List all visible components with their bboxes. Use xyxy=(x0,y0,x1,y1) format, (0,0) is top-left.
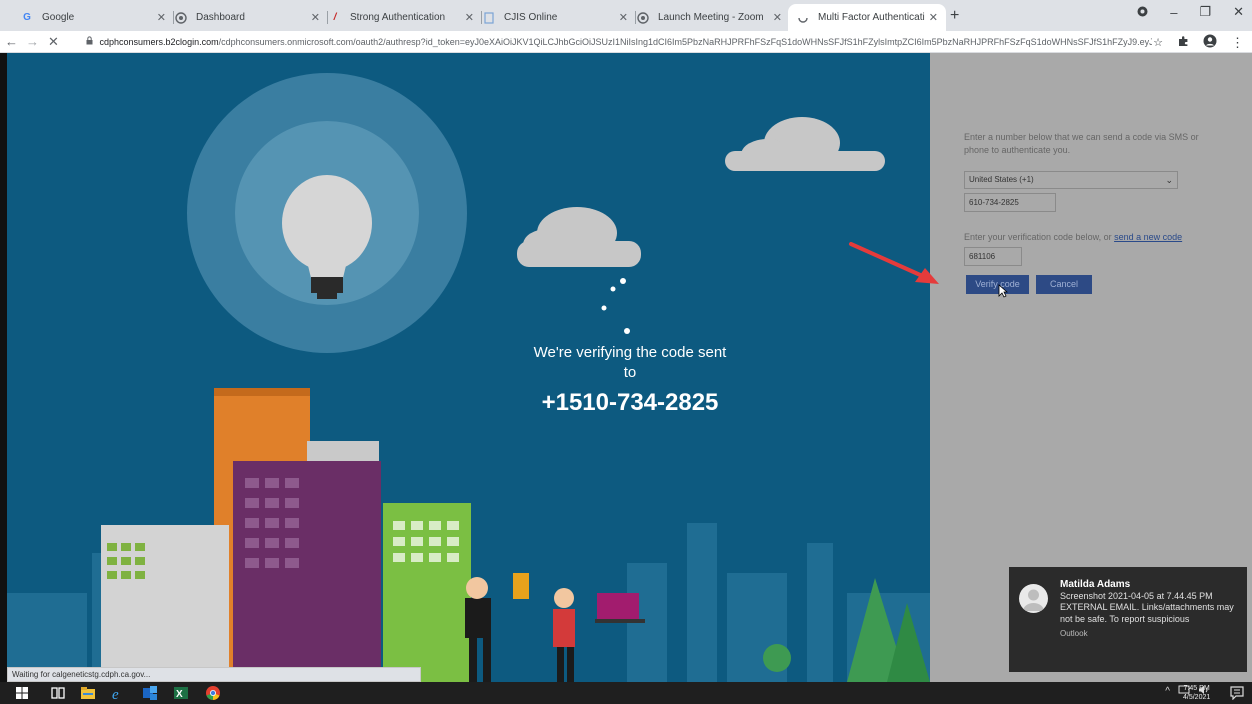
code-prompt: Enter your verification code below, or s… xyxy=(964,231,1224,244)
google-icon: G xyxy=(23,12,31,23)
lock-icon xyxy=(86,36,96,47)
verification-line-2: to xyxy=(623,364,637,381)
excel-icon[interactable]: X xyxy=(173,685,189,701)
cloud-icon xyxy=(725,117,885,171)
annotation-arrow-icon xyxy=(849,242,939,284)
outlook-icon[interactable] xyxy=(142,685,158,701)
browser-status-bar: Waiting for calgeneticstg.cdph.ca.gov... xyxy=(7,667,421,682)
send-new-code-link[interactable]: send a new code xyxy=(1114,232,1182,242)
form-intro: Enter a number below that we can send a … xyxy=(964,132,1199,155)
mfa-form: Enter a number below that we can send a … xyxy=(964,131,1224,294)
notification-subject: Screenshot 2021-04-05 at 7.44.45 PM xyxy=(1060,590,1213,601)
tab-multi-factor-authentication[interactable]: Multi Factor Authentication ✕ xyxy=(788,4,946,31)
tab-label: Strong Authentication xyxy=(350,12,446,23)
chrome-icon[interactable] xyxy=(205,685,221,701)
country-select[interactable]: United States (+1) ⌄ xyxy=(964,171,1178,189)
verification-code-input[interactable]: 681106 xyxy=(964,247,1022,266)
mouse-cursor-icon xyxy=(998,284,1008,298)
email-notification-toast[interactable]: Matilda Adams Screenshot 2021-04-05 at 7… xyxy=(1009,567,1247,672)
tab-dashboard[interactable]: Dashboard ✕ xyxy=(166,4,328,31)
close-icon[interactable]: ✕ xyxy=(311,11,320,24)
browser-tab-strip: G Google ✕ Dashboard ✕ / Strong Authenti… xyxy=(0,0,1252,31)
file-explorer-icon[interactable] xyxy=(80,685,96,701)
new-tab-button[interactable]: + xyxy=(950,7,959,25)
tab-label: Google xyxy=(42,12,75,23)
tab-label: Dashboard xyxy=(196,12,245,23)
code-prompt-text: Enter your verification code below, or xyxy=(964,232,1115,242)
globe-icon xyxy=(636,11,650,25)
browser-toolbar: ← → ✕ cdphconsumers.b2clogin.com/cdphcon… xyxy=(0,31,1252,53)
restore-icon[interactable]: ❐ xyxy=(1199,4,1211,20)
chevron-up-icon[interactable]: ^ xyxy=(1165,686,1170,697)
url-path: /cdphconsumers.onmicrosoft.com/oauth2/au… xyxy=(218,37,1152,47)
city-illustration xyxy=(7,73,930,682)
taskbar-time: 7:45 PM xyxy=(1183,685,1210,692)
verification-message: We're verifying the code sent to xyxy=(470,343,790,383)
profile-icon[interactable] xyxy=(1203,34,1217,51)
address-bar[interactable]: cdphconsumers.b2clogin.com/cdphconsumers… xyxy=(86,34,1152,50)
illustration-pane: We're verifying the code sent to +1510-7… xyxy=(7,53,930,682)
tab-google[interactable]: G Google ✕ xyxy=(12,4,174,31)
doc-icon xyxy=(482,11,496,25)
windows-start-icon[interactable] xyxy=(14,685,30,701)
profile-dot-icon[interactable] xyxy=(1137,5,1148,20)
cancel-button[interactable]: Cancel xyxy=(1036,275,1092,294)
loading-spinner-icon xyxy=(601,278,630,334)
close-icon[interactable]: ✕ xyxy=(929,11,938,24)
star-icon[interactable]: ☆ xyxy=(1153,36,1163,49)
window-controls: – ❐ ✕ xyxy=(1137,4,1244,20)
extensions-icon[interactable] xyxy=(1177,35,1189,50)
verification-phone-number: +1510-734-2825 xyxy=(541,389,719,416)
people-illustration xyxy=(465,573,645,682)
close-icon[interactable]: ✕ xyxy=(465,11,474,24)
action-center-icon[interactable] xyxy=(1230,686,1244,700)
avatar xyxy=(1019,584,1048,613)
cloud-icon xyxy=(517,207,641,267)
verification-line-1: We're verifying the code sent xyxy=(533,344,727,361)
url-host: cdphconsumers.b2clogin.com xyxy=(99,37,219,47)
notification-sender: Matilda Adams xyxy=(1060,579,1131,590)
country-select-value: United States (+1) xyxy=(969,175,1034,184)
svg-text:e: e xyxy=(112,687,119,701)
internet-explorer-icon[interactable]: e xyxy=(110,685,126,701)
close-icon[interactable]: ✕ xyxy=(773,11,782,24)
chevron-down-icon: ⌄ xyxy=(1165,175,1173,185)
toolbar-right-icons: ☆ ⋮ xyxy=(1153,34,1244,51)
taskbar-clock[interactable]: 7:45 PM 4/5/2021 xyxy=(1183,684,1210,702)
minimize-icon[interactable]: – xyxy=(1170,5,1177,20)
tab-label: Launch Meeting - Zoom xyxy=(658,12,764,23)
page-edge xyxy=(0,53,7,682)
forward-icon[interactable]: → xyxy=(23,34,42,49)
stop-icon[interactable]: ✕ xyxy=(44,34,63,50)
menu-icon[interactable]: ⋮ xyxy=(1231,35,1244,51)
close-window-icon[interactable]: ✕ xyxy=(1233,4,1244,20)
close-icon[interactable]: ✕ xyxy=(619,11,628,24)
phone-number-input[interactable]: 610-734-2825 xyxy=(964,193,1056,212)
notification-body: EXTERNAL EMAIL. Links/attachments may no… xyxy=(1060,602,1234,624)
notification-app: Outlook xyxy=(1060,629,1088,638)
tab-strong-authentication[interactable]: / Strong Authentication ✕ xyxy=(320,4,482,31)
globe-icon xyxy=(174,11,188,25)
close-icon[interactable]: ✕ xyxy=(157,11,166,24)
taskbar-date: 4/5/2021 xyxy=(1183,694,1211,701)
svg-text:X: X xyxy=(176,689,183,700)
tab-label: Multi Factor Authentication xyxy=(818,12,925,23)
slash-icon: / xyxy=(333,12,337,23)
windows-taskbar: e X ^ 7:45 PM 4/5/2021 xyxy=(0,682,1252,704)
back-icon[interactable]: ← xyxy=(2,34,21,49)
task-view-icon[interactable] xyxy=(50,685,66,701)
loading-icon xyxy=(796,11,810,25)
tab-cjis-online[interactable]: CJIS Online ✕ xyxy=(474,4,636,31)
tab-label: CJIS Online xyxy=(504,12,558,23)
tab-launch-meeting-zoom[interactable]: Launch Meeting - Zoom ✕ xyxy=(628,4,790,31)
